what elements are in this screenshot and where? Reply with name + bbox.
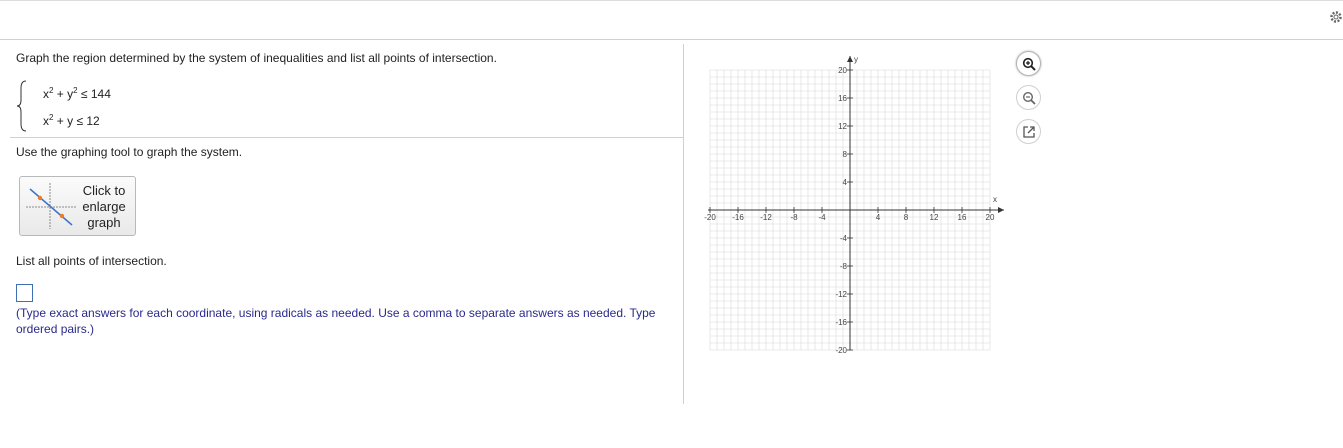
enlarge-graph-label: Click to enlarge graph <box>76 183 132 231</box>
enlarge-graph-button[interactable]: Click to enlarge graph <box>19 176 136 236</box>
x-tick-label: 4 <box>876 213 881 222</box>
inequality-2: x2 + y ≤ 12 <box>43 113 100 128</box>
zoom-in-button[interactable] <box>1016 51 1041 76</box>
x-tick-label: 20 <box>986 213 995 222</box>
y-tick-label: 16 <box>838 94 847 103</box>
x-tick-label: 8 <box>904 213 909 222</box>
enlarge-line-1: Click to <box>82 183 126 198</box>
inequality-1: x2 + y2 ≤ 144 <box>43 86 111 101</box>
y-tick-label: 8 <box>843 150 848 159</box>
question-divider <box>10 137 683 138</box>
y-tick-label: -4 <box>840 234 848 243</box>
coordinate-graph[interactable]: x y -20 -16 -12 -8 -4 4 8 12 16 20 20 16 12 8 4 -4 -8 -12 -1… <box>700 45 1015 365</box>
pop-out-button[interactable] <box>1016 119 1041 144</box>
top-border <box>0 0 1343 1</box>
y-axis-label: y <box>854 55 858 64</box>
intersection-label: List all points of intersection. <box>16 254 167 268</box>
x-tick-label: -20 <box>704 213 716 222</box>
zoom-out-button[interactable] <box>1016 85 1041 110</box>
y-tick-label: -12 <box>835 290 847 299</box>
x-tick-label: -8 <box>790 213 798 222</box>
x-tick-label: -4 <box>818 213 826 222</box>
zoom-in-icon <box>1022 57 1036 71</box>
ineq2-rest: + y ≤ 12 <box>53 114 100 128</box>
x-axis-arrow <box>998 207 1004 213</box>
x-tick-label: 16 <box>958 213 967 222</box>
system-brace <box>16 80 27 132</box>
graph-instructions: Use the graphing tool to graph the syste… <box>16 145 243 159</box>
y-axis-arrow <box>847 56 853 62</box>
question-prompt: Graph the region determined by the syste… <box>16 51 497 65</box>
zoom-out-icon <box>1022 91 1036 105</box>
header-divider <box>0 39 1343 40</box>
y-tick-label: -20 <box>835 346 847 355</box>
y-tick-label: 20 <box>838 66 847 75</box>
x-tick-label: -12 <box>760 213 772 222</box>
x-tick-label: 12 <box>930 213 939 222</box>
enlarge-line-2: enlarge <box>82 199 126 214</box>
y-tick-label: 4 <box>843 178 848 187</box>
gear-icon[interactable] <box>1329 10 1343 24</box>
pop-out-icon <box>1023 126 1035 138</box>
y-tick-label: 12 <box>838 122 847 131</box>
enlarge-line-3: graph <box>87 215 121 230</box>
ineq1-rest: ≤ 144 <box>77 87 111 101</box>
graph-thumbnail-icon <box>26 183 76 229</box>
x-tick-label: -16 <box>732 213 744 222</box>
x-axis-label: x <box>993 195 997 204</box>
ineq1-plus-y: + y <box>53 87 74 101</box>
y-tick-label: -16 <box>835 318 847 327</box>
answer-hint: (Type exact answers for each coordinate,… <box>16 306 656 336</box>
intersection-answer-input[interactable] <box>16 284 33 302</box>
y-tick-label: -8 <box>840 262 848 271</box>
pane-divider <box>683 44 684 404</box>
